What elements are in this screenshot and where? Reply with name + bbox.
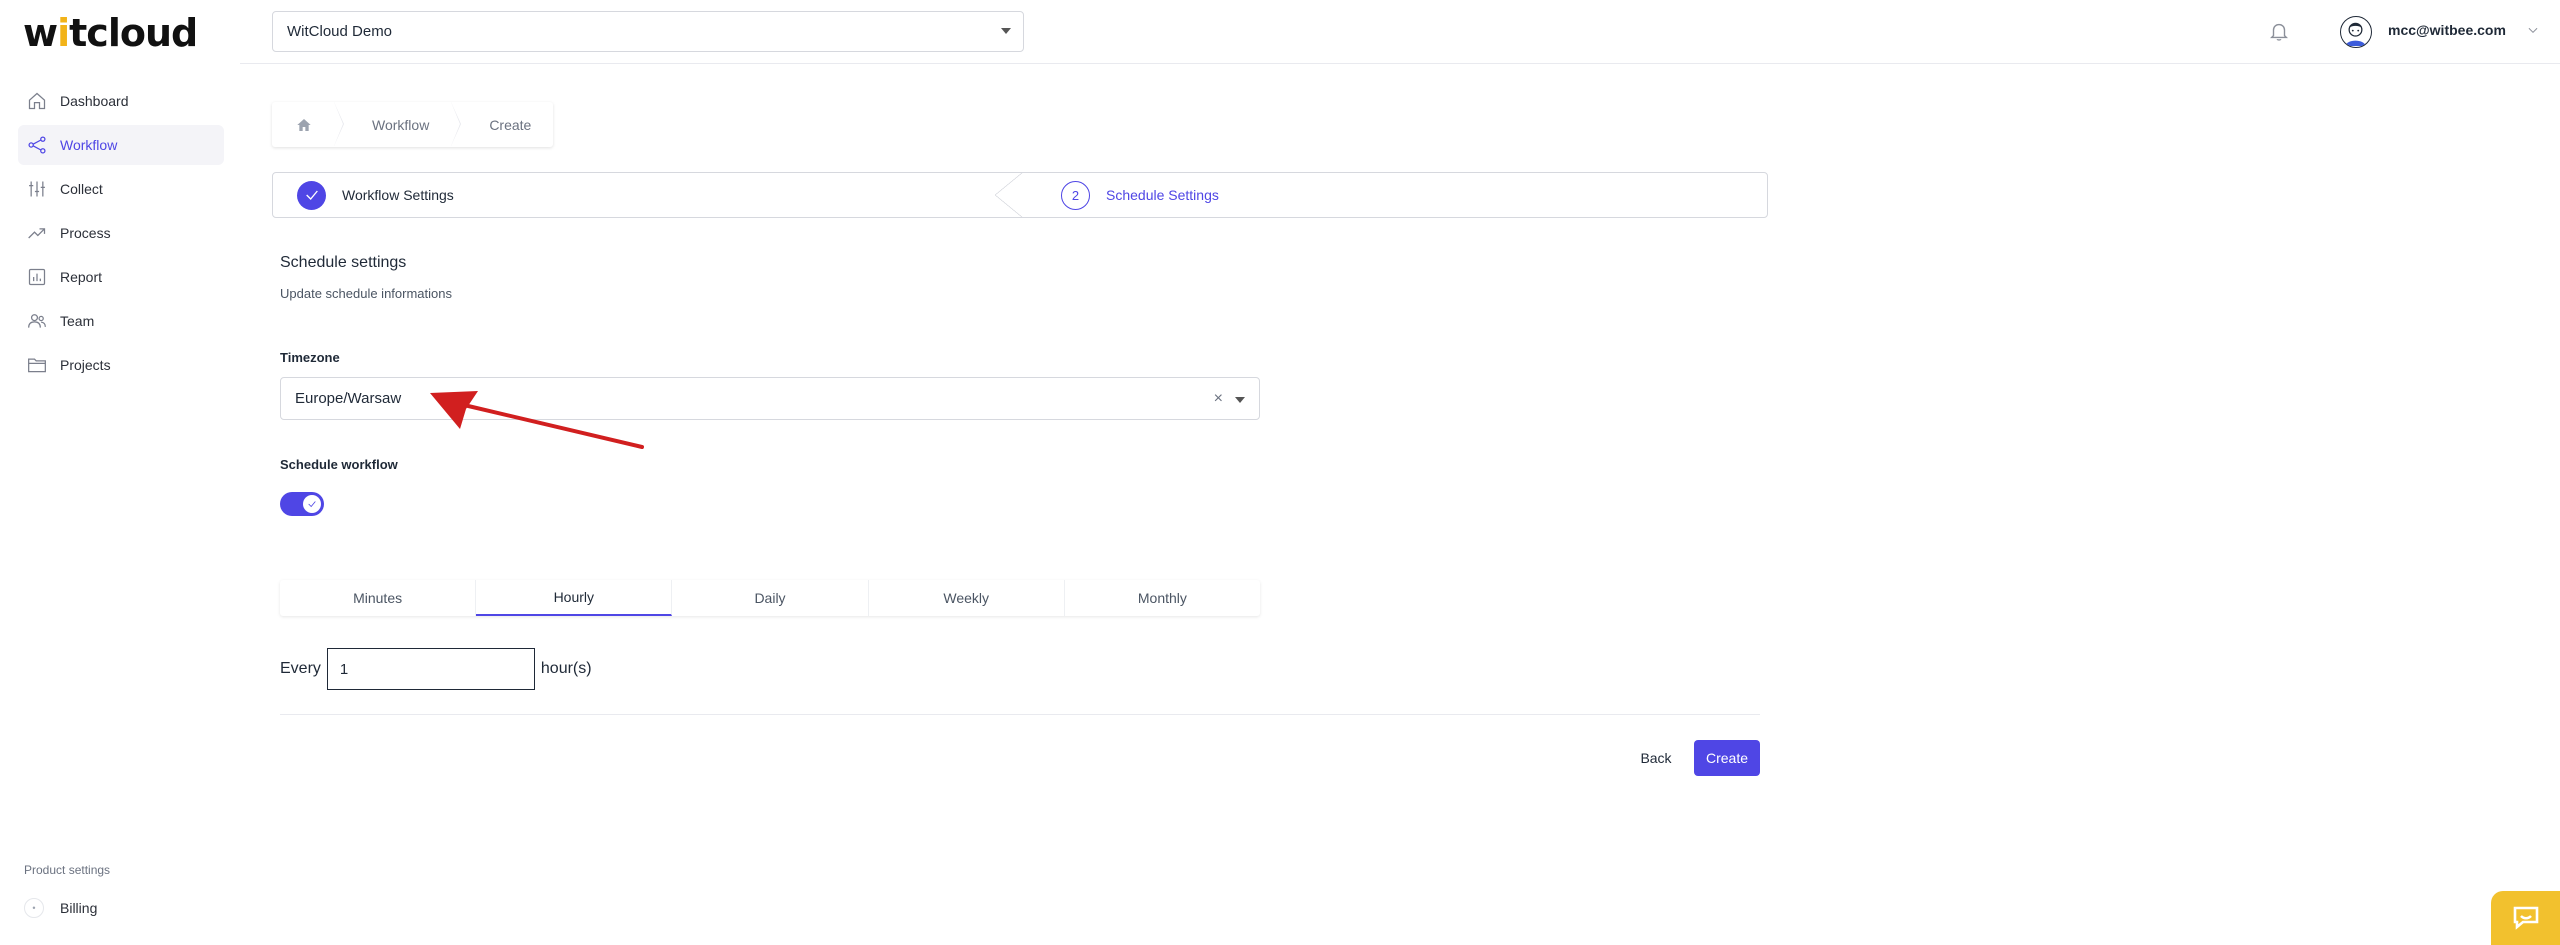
divider [280, 714, 1760, 715]
sidebar-item-dashboard[interactable]: Dashboard [18, 81, 224, 121]
organization-select-value: WitCloud Demo [287, 23, 393, 40]
share-icon [28, 136, 46, 154]
stepper: Workflow Settings 2 Schedule Settings [272, 172, 1768, 218]
chat-icon [2513, 906, 2538, 930]
schedule-workflow-label: Schedule workflow [280, 457, 398, 472]
tab-weekly[interactable]: Weekly [869, 580, 1065, 616]
trend-icon [28, 228, 46, 239]
every-suffix-label: hour(s) [540, 660, 592, 677]
section-title: Schedule settings [280, 254, 407, 271]
sidebar-item-collect[interactable]: Collect [18, 169, 224, 209]
sliders-icon [29, 181, 45, 197]
chat-widget-button[interactable] [2491, 891, 2560, 945]
topbar: WitCloud Demo mcc@witbee.com [240, 0, 2560, 64]
bell-icon[interactable] [2268, 20, 2290, 42]
caret-down-icon[interactable] [1235, 397, 1245, 403]
user-email[interactable]: mcc@witbee.com [2388, 22, 2506, 38]
check-icon [305, 190, 318, 200]
witcloud-logo[interactable]: w i tcloud [23, 11, 198, 55]
logo-text-accent: i [57, 11, 70, 55]
sidebar-item-projects[interactable]: Projects [18, 345, 224, 385]
avatar[interactable] [2340, 16, 2372, 48]
create-button[interactable]: Create [1694, 740, 1760, 776]
sidebar-item-label: Report [60, 269, 103, 285]
step-number-badge: 2 [1061, 180, 1090, 210]
sidebar: w i tcloud Dashboard Workflow Collect Proc… [0, 0, 240, 945]
interval-input[interactable] [326, 648, 535, 690]
billing-icon: • [24, 898, 44, 918]
sidebar-item-label: Workflow [60, 137, 118, 153]
folder-icon [28, 358, 46, 373]
breadcrumb-item-create: Create [489, 116, 532, 133]
user-avatar-icon [2345, 22, 2366, 46]
step-label: Schedule Settings [1106, 187, 1219, 203]
schedule-workflow-toggle[interactable] [280, 492, 324, 516]
logo-text-w: w [23, 11, 58, 55]
breadcrumb-item-workflow[interactable]: Workflow [334, 102, 462, 147]
back-button[interactable]: Back [1628, 740, 1684, 776]
timezone-select-value: Europe/Warsaw [295, 390, 402, 407]
sidebar-item-label: Team [60, 313, 95, 329]
report-icon [28, 268, 46, 286]
tab-daily[interactable]: Daily [672, 580, 869, 616]
product-settings-label: Product settings [24, 863, 111, 877]
sidebar-item-team[interactable]: Team [18, 301, 224, 341]
sidebar-item-process[interactable]: Process [18, 213, 224, 253]
organization-select[interactable]: WitCloud Demo [272, 11, 1024, 52]
step-schedule-settings[interactable]: 2 Schedule Settings [1009, 173, 1219, 217]
sidebar-item-label: Dashboard [60, 93, 129, 109]
home-icon [297, 118, 311, 131]
every-prefix-label: Every [280, 660, 321, 677]
breadcrumb: Workflow Create [272, 102, 554, 147]
sidebar-item-report[interactable]: Report [18, 257, 224, 297]
tab-monthly[interactable]: Monthly [1065, 580, 1260, 616]
sidebar-item-workflow[interactable]: Workflow [18, 125, 224, 165]
chevron-down-icon[interactable] [2526, 23, 2540, 37]
timezone-label: Timezone [280, 350, 340, 365]
sidebar-nav: Dashboard Workflow Collect Process Repor… [18, 81, 224, 389]
section-subtitle: Update schedule informations [280, 286, 452, 301]
sidebar-item-label: Collect [60, 181, 103, 197]
tab-minutes[interactable]: Minutes [280, 580, 477, 616]
sidebar-item-label: Projects [60, 357, 111, 373]
annotation-arrow-icon [430, 391, 644, 449]
sidebar-item-billing[interactable]: • Billing [24, 898, 97, 918]
breadcrumb-home[interactable] [272, 102, 344, 147]
clear-icon[interactable]: × [1214, 390, 1223, 408]
every-interval-row: Every hour(s) [280, 648, 592, 690]
sidebar-item-label: Billing [60, 900, 98, 916]
step-workflow-settings[interactable]: Workflow Settings [273, 172, 1023, 218]
sidebar-item-label: Process [60, 225, 111, 241]
check-icon [308, 501, 316, 508]
frequency-tabs: Minutes Hourly Daily Weekly Monthly [280, 580, 1260, 616]
toggle-knob [303, 495, 321, 513]
tab-hourly[interactable]: Hourly [476, 580, 673, 616]
users-icon [28, 314, 46, 328]
step-label: Workflow Settings [342, 187, 454, 203]
step-complete-badge [297, 180, 326, 210]
home-icon [28, 92, 46, 110]
caret-down-icon [1001, 28, 1011, 34]
logo-text-rest: tcloud [69, 11, 198, 55]
